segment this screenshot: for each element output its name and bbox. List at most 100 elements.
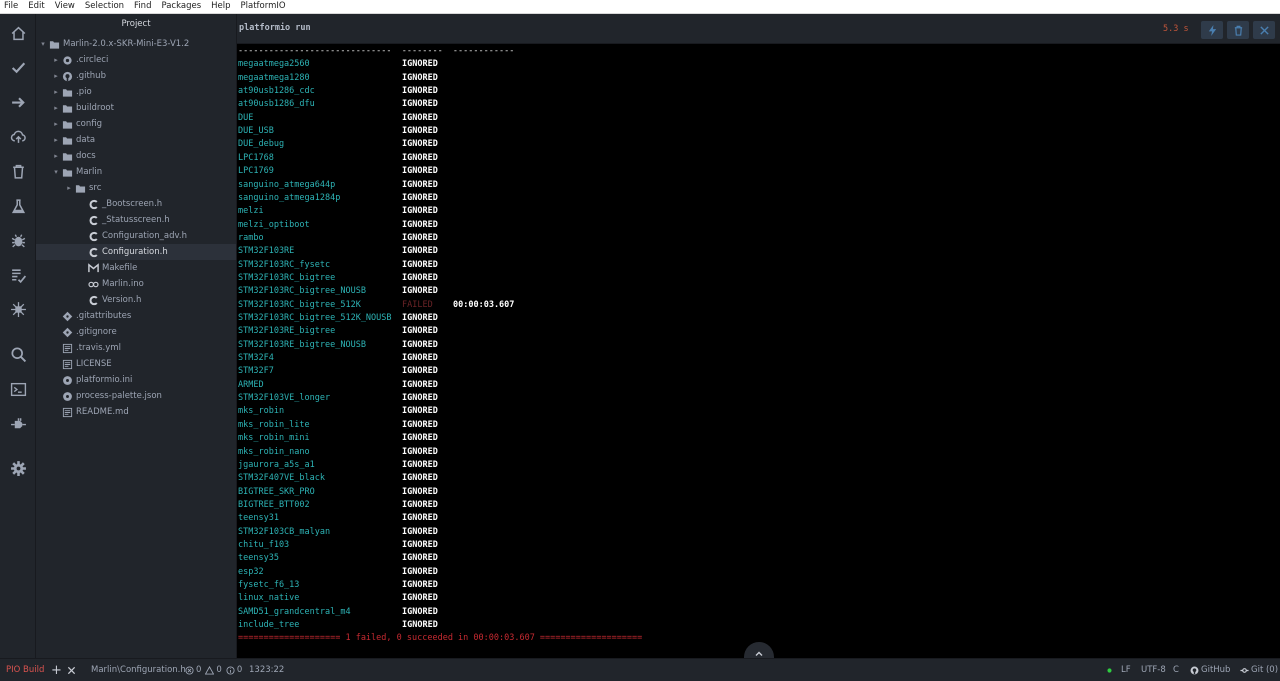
build-status: IGNORED — [402, 433, 438, 444]
chevron-down-icon[interactable]: ▾ — [38, 40, 48, 48]
build-status: IGNORED — [402, 606, 438, 617]
git-label: Git (0) — [1251, 665, 1279, 675]
tree-item-gitignore[interactable]: .gitignore — [36, 324, 236, 340]
plug-activity-button[interactable] — [0, 408, 36, 438]
build-status: IGNORED — [402, 99, 438, 110]
trash-activity-button[interactable] — [0, 156, 36, 186]
encoding[interactable]: UTF-8 — [1141, 659, 1166, 681]
pio-build-button[interactable]: PIO Build — [6, 659, 44, 681]
status-dot-icon — [1105, 659, 1116, 681]
build-status: IGNORED — [402, 86, 438, 97]
checklist-activity-button[interactable] — [0, 260, 36, 290]
build-status: IGNORED — [402, 620, 438, 631]
arrow-right-activity-button[interactable] — [0, 87, 36, 117]
line-ending[interactable]: LF — [1121, 659, 1131, 681]
tree-item-buildroot[interactable]: ▸ buildroot — [36, 100, 236, 116]
environment-name: mks_robin_lite — [238, 419, 310, 430]
clear-button[interactable] — [1227, 21, 1249, 39]
tree-item-pio[interactable]: ▸ .pio — [36, 84, 236, 100]
current-file-path[interactable]: Marlin\Configuration.h — [91, 659, 186, 681]
tree-item-configuration-h[interactable]: Configuration.h — [36, 244, 236, 260]
environment-name: STM32F7 — [238, 366, 274, 377]
tree-item-label: Makefile — [102, 263, 138, 273]
folder-icon — [61, 86, 73, 98]
settings-file-icon — [61, 374, 73, 386]
rerun-button[interactable] — [1201, 21, 1223, 39]
tree-item-gitattributes[interactable]: .gitattributes — [36, 308, 236, 324]
environment-name: teensy31 — [238, 513, 279, 524]
cloud-upload-activity-button[interactable] — [0, 121, 36, 151]
tree-item-label: .github — [76, 71, 106, 81]
build-status: IGNORED — [402, 446, 438, 457]
flask-activity-button[interactable] — [0, 191, 36, 221]
check-activity-button[interactable] — [0, 52, 36, 82]
chevron-right-icon[interactable]: ▸ — [51, 56, 61, 64]
tree-item-bootscreen-h[interactable]: _Bootscreen.h — [36, 196, 236, 212]
plug-device-icon — [10, 301, 26, 317]
menu-find[interactable]: Find — [129, 0, 156, 13]
text-file-icon — [61, 358, 73, 370]
gear-activity-button[interactable] — [0, 453, 36, 483]
tree-item-github[interactable]: ▸ .github — [36, 68, 236, 84]
tree-item-marlin[interactable]: ▾ Marlin — [36, 164, 236, 180]
menu-view[interactable]: View — [50, 0, 80, 13]
menu-help[interactable]: Help — [206, 0, 235, 13]
chevron-right-icon[interactable]: ▸ — [51, 72, 61, 80]
chevron-down-icon[interactable]: ▾ — [51, 168, 61, 176]
chevron-right-icon[interactable]: ▸ — [51, 136, 61, 144]
terminal-header: platformio run 5.3 s — [237, 14, 1280, 44]
menu-platformio[interactable]: PlatformIO — [236, 0, 291, 13]
checklist-icon — [11, 268, 26, 283]
tree-item-config[interactable]: ▸ config — [36, 116, 236, 132]
tree-item-docs[interactable]: ▸ docs — [36, 148, 236, 164]
menu-edit[interactable]: Edit — [23, 0, 49, 13]
search-activity-button[interactable] — [0, 339, 36, 369]
folder-icon — [61, 166, 73, 178]
menu-selection[interactable]: Selection — [80, 0, 129, 13]
lightning-icon — [1208, 24, 1216, 36]
tree-item-makefile[interactable]: Makefile — [36, 260, 236, 276]
environment-name: megaatmega2560 — [238, 59, 310, 70]
environment-name: STM32F103CB_malyan — [238, 526, 331, 537]
arrow-right-icon — [11, 96, 25, 108]
chevron-right-icon[interactable]: ▸ — [51, 104, 61, 112]
tree-item-process-palette-json[interactable]: process-palette.json — [36, 388, 236, 404]
github-button[interactable]: GitHub — [1190, 659, 1230, 681]
tree-item-marlin-2-0-x-skr-mini-e3-v1-2[interactable]: ▾ Marlin-2.0.x-SKR-Mini-E3-V1.2 — [36, 36, 236, 52]
grammar[interactable]: C — [1173, 659, 1179, 681]
close-terminal-button[interactable] — [67, 659, 78, 681]
chevron-right-icon[interactable]: ▸ — [64, 184, 74, 192]
tree-item-readme-md[interactable]: README.md — [36, 404, 236, 420]
plug-device-activity-button[interactable] — [0, 294, 36, 324]
close-button[interactable] — [1253, 21, 1275, 39]
project-sidebar: Project ▾ Marlin-2.0.x-SKR-Mini-E3-V1.2 ▸.… — [36, 14, 237, 658]
tree-item-license[interactable]: LICENSE — [36, 356, 236, 372]
menu-file[interactable]: File — [0, 0, 23, 13]
new-terminal-button[interactable]: + — [51, 659, 62, 681]
home-activity-button[interactable] — [0, 18, 36, 48]
tree-item-travis-yml[interactable]: .travis.yml — [36, 340, 236, 356]
bug-activity-button[interactable] — [0, 225, 36, 255]
chevron-right-icon[interactable]: ▸ — [51, 152, 61, 160]
tree-item-label: docs — [76, 151, 96, 161]
build-status: IGNORED — [402, 539, 438, 550]
menu-packages[interactable]: Packages — [156, 0, 206, 13]
tree-item-configuration-adv-h[interactable]: Configuration_adv.h — [36, 228, 236, 244]
tree-item-label: Version.h — [102, 295, 142, 305]
chevron-right-icon[interactable]: ▸ — [51, 88, 61, 96]
cursor-position[interactable]: 1323:22 — [249, 659, 284, 681]
tree-item-src[interactable]: ▸ src — [36, 180, 236, 196]
tree-item-version-h[interactable]: Version.h — [36, 292, 236, 308]
build-status: IGNORED — [402, 192, 438, 203]
tree-item-platformio-ini[interactable]: platformio.ini — [36, 372, 236, 388]
git-button[interactable]: Git (0) — [1240, 659, 1278, 681]
tree-item-data[interactable]: ▸ data — [36, 132, 236, 148]
diagnostics-summary[interactable]: 0 0 0 — [185, 659, 242, 681]
tree-item-marlin-ino[interactable]: Marlin.ino — [36, 276, 236, 292]
tree-item-circleci[interactable]: ▸ .circleci — [36, 52, 236, 68]
build-status: IGNORED — [402, 246, 438, 257]
chevron-right-icon[interactable]: ▸ — [51, 120, 61, 128]
terminal-activity-button[interactable] — [0, 374, 36, 404]
tree-item-statusscreen-h[interactable]: _Statusscreen.h — [36, 212, 236, 228]
separator-line: ------------------------------ -------- … — [238, 46, 515, 56]
